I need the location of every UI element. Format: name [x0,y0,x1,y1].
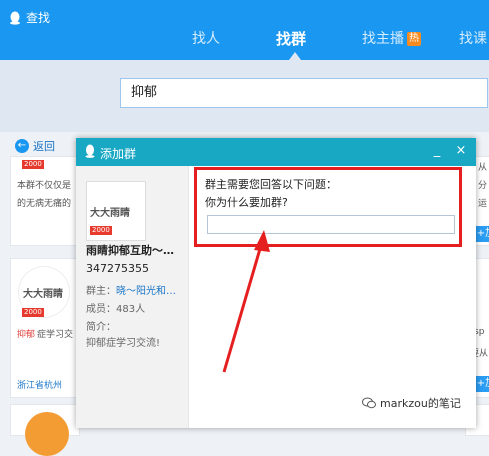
owner-label: 群主： [86,286,116,297]
group-info-panel: 大大雨睛 2000 雨睛抑郁互助～… 347275355 群主：晓～阳光和… 成… [76,166,188,428]
back-link[interactable]: ← 返回 [15,138,55,154]
question-header: 群主需要您回答以下问题： [205,178,337,191]
group-intro: 抑郁症学习交流! [86,338,161,349]
result-desc: 运 [478,199,488,209]
close-button[interactable]: × [452,142,470,160]
result-badge: 2000 [22,160,44,169]
result-keyword: 抑郁 [17,330,36,340]
nav-tabs: 找人 找群 找主播热 找课 [0,28,489,58]
group-avatar: 大大雨睛 2000 [86,181,146,241]
back-link-label: 返回 [33,140,55,153]
answer-input[interactable] [207,215,455,234]
search-area: 抑郁 [0,60,489,132]
top-bar: 查找 找人 找群 找主播热 找课 [0,0,489,60]
result-logo-text: 大大雨睛 [23,289,63,300]
app-title-text: 查找 [26,11,51,25]
qq-penguin-icon [10,11,20,25]
add-group-dialog: 添加群 _ × 大大雨睛 2000 雨睛抑郁互助～… 347275355 群主：… [76,138,476,428]
tab-find-streamer-label: 找主播 [362,31,404,47]
group-logo-badge: 2000 [90,226,112,235]
question-text: 你为什么要加群? [205,196,288,209]
owner-link[interactable]: 晓～阳光和… [116,286,176,297]
result-desc: 症学习交 [37,330,74,340]
active-tab-caret [289,52,301,60]
result-desc: 的无病无痛的 [17,199,72,209]
tab-find-group[interactable]: 找群 [276,28,306,49]
hot-badge: 热 [407,32,421,46]
search-input[interactable]: 抑郁 [120,78,488,108]
members-value: 483人 [116,304,146,315]
back-arrow-icon: ← [15,139,29,153]
result-desc: 本群不仅仅是 [17,181,72,191]
group-intro-label: 简介： [86,322,116,333]
app-title: 查找 [8,9,50,26]
watermark: markzou的笔记 [359,394,464,412]
qq-penguin-icon [85,144,95,158]
wechat-icon [362,397,376,409]
group-name: 雨睛抑郁互助～… [86,244,174,257]
tab-find-streamer[interactable]: 找主播热 [362,28,421,48]
result-desc: 分 [478,181,488,191]
result-desc: 从 [478,163,488,173]
result-badge: 2000 [22,308,44,317]
tab-find-course[interactable]: 找课 [459,28,487,48]
result-logo [25,412,69,456]
group-members: 成员：483人 [86,300,145,315]
dialog-title: 添加群 [100,147,137,161]
group-id: 347275355 [86,262,149,275]
group-owner: 群主：晓～阳光和… [86,282,176,297]
dialog-divider [188,166,189,428]
add-group-button[interactable]: +加 [476,226,489,242]
result-location: 浙江省杭州 [17,381,63,391]
minimize-button[interactable]: _ [428,142,446,160]
tab-find-people[interactable]: 找人 [192,28,220,48]
members-label: 成员： [86,304,116,315]
dialog-titlebar[interactable]: 添加群 _ × [76,138,476,166]
add-group-button[interactable]: +加 [476,376,489,392]
watermark-text: markzou的笔记 [380,397,461,410]
group-logo-text: 大大雨睛 [90,208,130,219]
